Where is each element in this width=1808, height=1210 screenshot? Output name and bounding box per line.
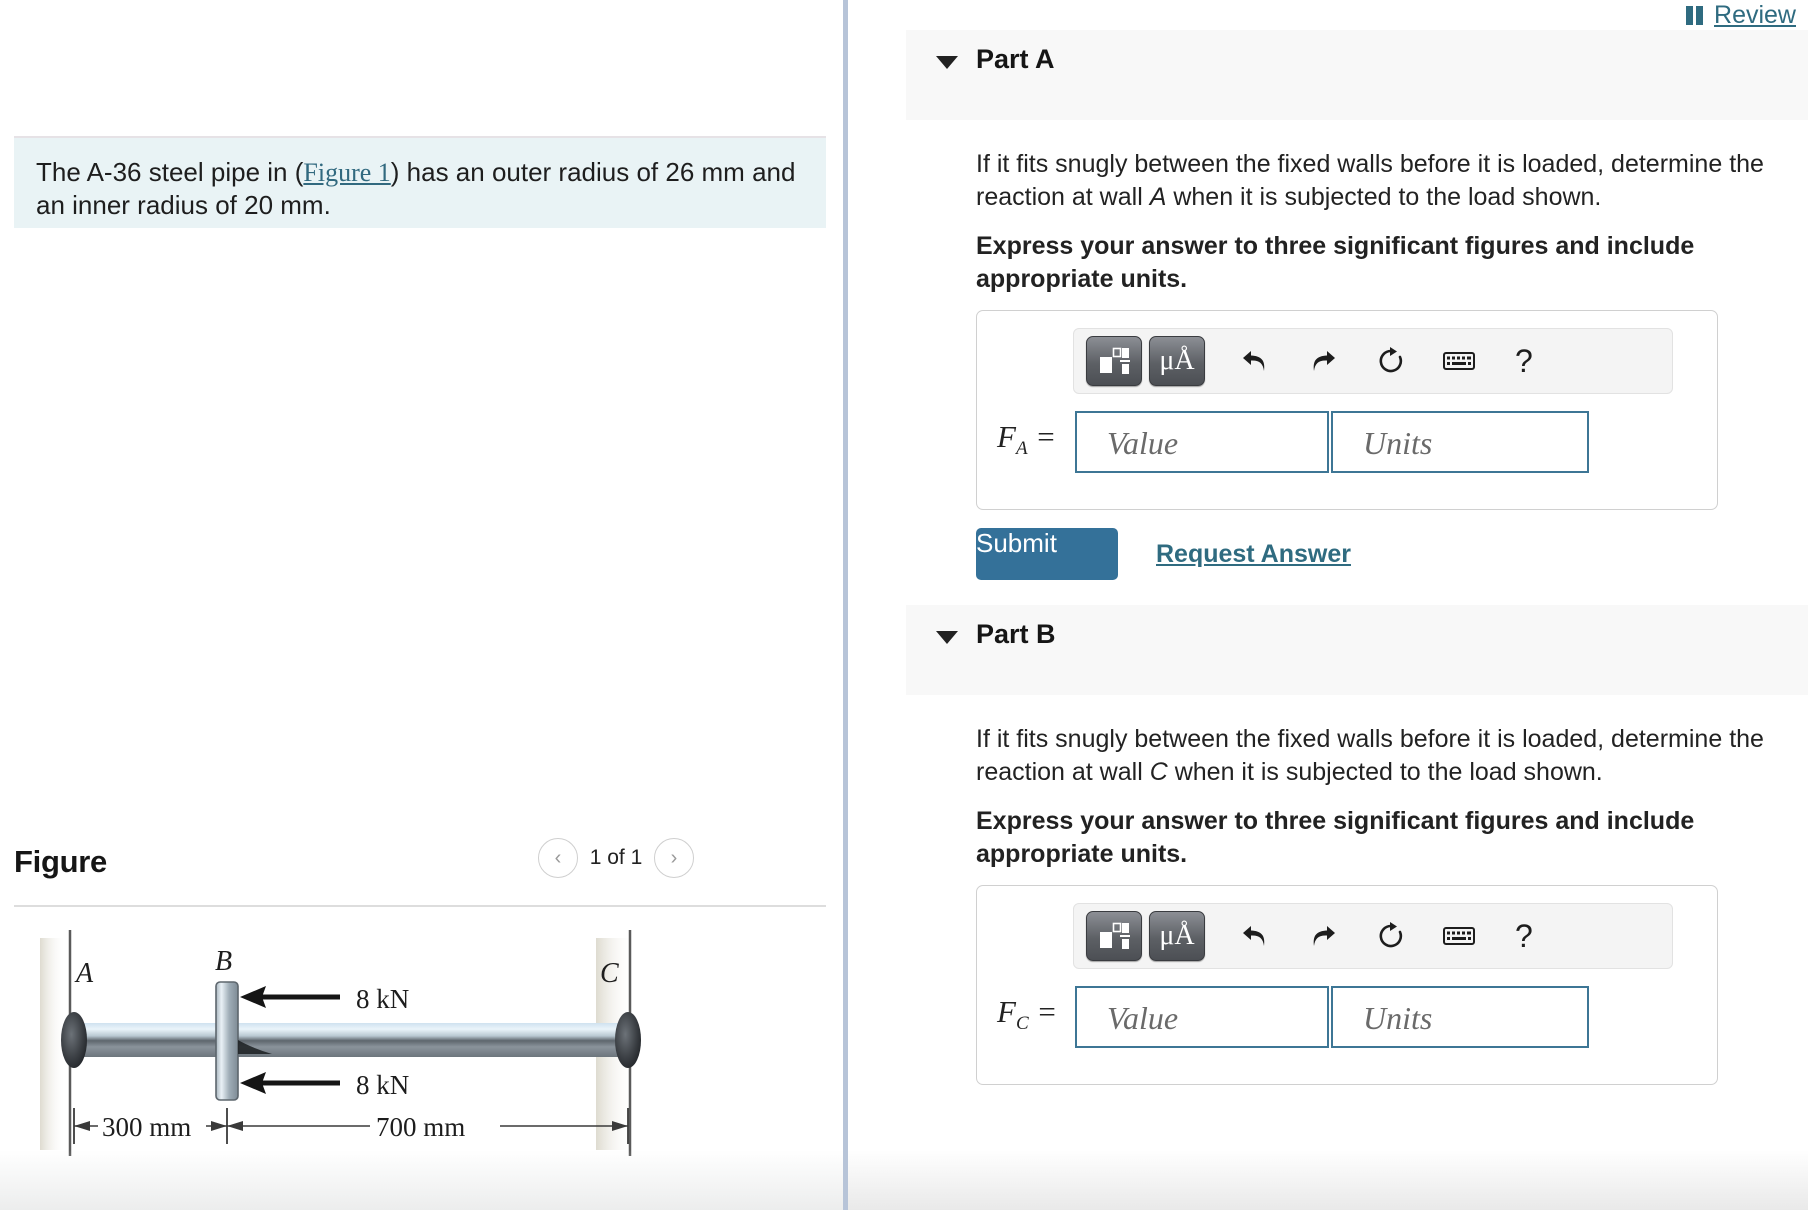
- part-b-prompt: If it fits snugly between the fixed wall…: [976, 723, 1776, 789]
- part-a-input-row: FA = Value Units: [977, 411, 1719, 477]
- figure-pager: ‹ 1 of 1 ›: [538, 838, 694, 878]
- part-b-input-row: FC = Value Units: [977, 986, 1719, 1052]
- undo-icon[interactable]: [1238, 344, 1272, 378]
- force-top-label: 8 kN: [356, 984, 409, 1014]
- part-a-answer-box: μÅ ? FA = Value Units: [976, 310, 1718, 510]
- left-panel-bottom-fade: [0, 1150, 843, 1210]
- part-a-value-input[interactable]: Value: [1075, 411, 1329, 473]
- keyboard-icon[interactable]: [1442, 919, 1476, 953]
- part-a-prompt-line1: If it fits snugly between the fixed wall…: [976, 150, 1723, 178]
- figure-1-link[interactable]: Figure 1: [303, 158, 390, 187]
- undo-icon[interactable]: [1238, 919, 1272, 953]
- figure-page-label: 1 of 1: [589, 846, 643, 869]
- part-b-units-input[interactable]: Units: [1331, 986, 1589, 1048]
- dim-arrow-right-a: [227, 1121, 243, 1131]
- redo-icon[interactable]: [1306, 919, 1340, 953]
- part-b-prompt-var: C: [1149, 758, 1168, 786]
- part-a-express: Express your answer to three significant…: [976, 232, 1695, 293]
- units-micro-angstrom-icon[interactable]: μÅ: [1149, 911, 1205, 961]
- part-a-request-answer-link[interactable]: Request Answer: [1156, 540, 1351, 569]
- part-b-prompt-line2-post: when it is subjected to the load shown.: [1167, 758, 1603, 786]
- dim-label-right: 700 mm: [376, 1112, 465, 1142]
- reset-icon[interactable]: [1374, 344, 1408, 378]
- part-a-prompt-var: A: [1149, 183, 1167, 211]
- figure-diagram[interactable]: 8 kN 8 kN A B C 300 mm 700 mm: [40, 930, 680, 1160]
- book-icon: [1686, 5, 1705, 25]
- pipe-cap-right: [615, 1012, 641, 1068]
- dim-arrow-left-b: [211, 1121, 227, 1131]
- redo-icon[interactable]: [1306, 344, 1340, 378]
- part-b-toolbar: μÅ ?: [1073, 903, 1673, 969]
- math-template-icon[interactable]: [1086, 911, 1142, 961]
- figure-header: Figure ‹ 1 of 1 ›: [14, 838, 826, 892]
- left-panel: The A-36 steel pipe in (Figure 1) has an…: [0, 0, 843, 1210]
- collar-b: [215, 981, 239, 1101]
- reset-icon[interactable]: [1374, 919, 1408, 953]
- caret-down-icon[interactable]: [936, 631, 958, 644]
- help-icon[interactable]: ?: [1515, 343, 1533, 380]
- part-b-header[interactable]: Part B: [906, 605, 1808, 695]
- review-bar: Review: [1686, 0, 1796, 30]
- part-a-header[interactable]: Part A: [906, 30, 1808, 120]
- figure-title: Figure: [14, 844, 107, 879]
- dim-label-left: 300 mm: [102, 1112, 191, 1142]
- pipe-body: [72, 1023, 630, 1057]
- part-a-title: Part A: [976, 44, 1055, 74]
- part-b-body: If it fits snugly between the fixed wall…: [906, 695, 1808, 1210]
- keyboard-icon[interactable]: [1442, 344, 1476, 378]
- question-statement-text: The A-36 steel pipe in (Figure 1) has an…: [36, 156, 804, 222]
- chevron-right-icon[interactable]: ›: [654, 838, 694, 878]
- part-a-toolbar: μÅ ?: [1073, 328, 1673, 394]
- units-micro-angstrom-icon[interactable]: μÅ: [1149, 336, 1205, 386]
- part-b-express: Express your answer to three significant…: [976, 807, 1695, 868]
- part-a-body: If it fits snugly between the fixed wall…: [906, 120, 1808, 680]
- chevron-left-icon[interactable]: ‹: [538, 838, 578, 878]
- question-statement-box: The A-36 steel pipe in (Figure 1) has an…: [14, 136, 826, 228]
- pipe-cap-left: [61, 1012, 87, 1068]
- label-b: B: [215, 946, 232, 977]
- question-prefix: The A-36 steel pipe in (: [36, 157, 304, 187]
- part-a-prompt: If it fits snugly between the fixed wall…: [976, 148, 1776, 214]
- part-b-title: Part B: [976, 619, 1056, 649]
- right-panel: Review Part A If it fits snugly between …: [848, 0, 1808, 1210]
- review-link[interactable]: Review: [1714, 1, 1796, 30]
- math-template-icon[interactable]: [1086, 336, 1142, 386]
- force-bottom-label: 8 kN: [356, 1070, 409, 1100]
- part-a-submit-button[interactable]: Submit: [976, 528, 1118, 580]
- part-a-units-input[interactable]: Units: [1331, 411, 1589, 473]
- dim-arrow-left-a: [74, 1121, 90, 1131]
- label-c: C: [600, 958, 619, 989]
- page-root: The A-36 steel pipe in (Figure 1) has an…: [0, 0, 1808, 1210]
- part-b-variable-label: FC =: [997, 994, 1058, 1035]
- help-icon[interactable]: ?: [1515, 918, 1533, 955]
- figure-divider: [14, 905, 826, 907]
- label-a: A: [74, 958, 94, 989]
- part-b-value-input[interactable]: Value: [1075, 986, 1329, 1048]
- part-b-answer-box: μÅ ? FC = Value Units: [976, 885, 1718, 1085]
- caret-down-icon[interactable]: [936, 56, 958, 69]
- part-a-variable-label: FA =: [997, 419, 1057, 460]
- part-a-prompt-line2-post: when it is subjected to the load shown.: [1166, 183, 1602, 211]
- part-b-prompt-line1: If it fits snugly between the fixed wall…: [976, 725, 1723, 753]
